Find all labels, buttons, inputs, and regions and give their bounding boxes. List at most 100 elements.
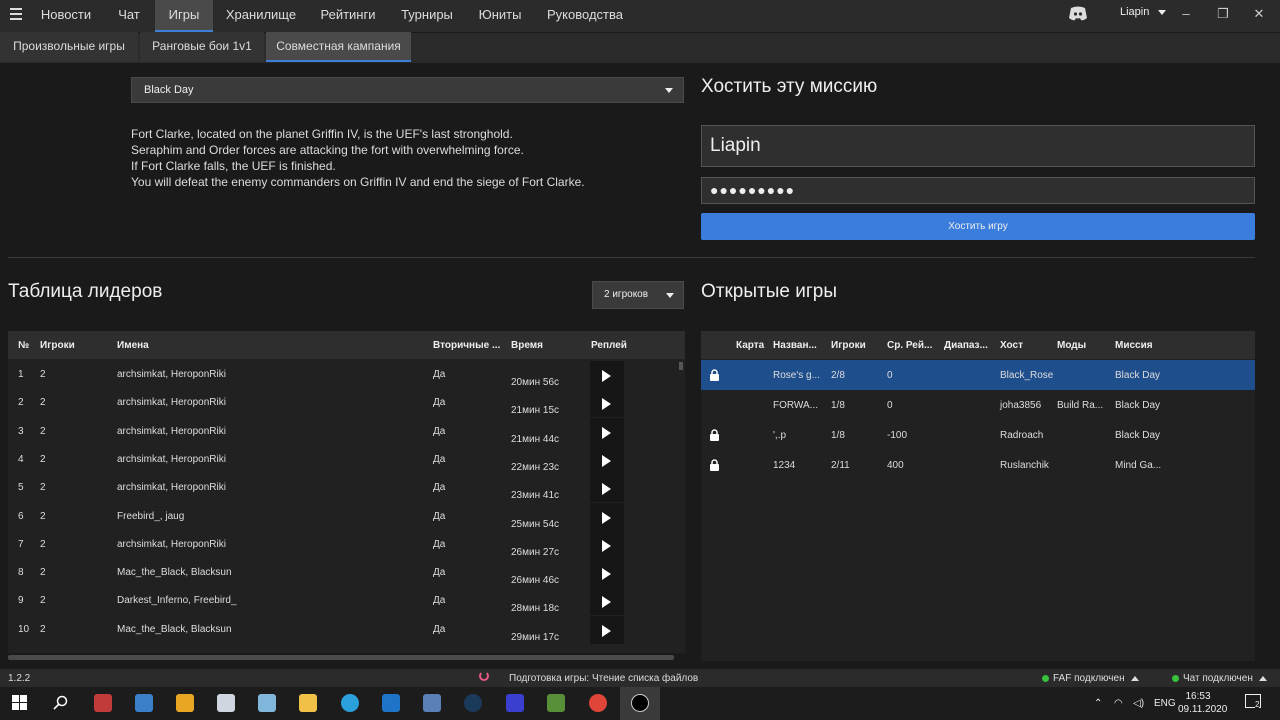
faf-taskbar-button[interactable] [620,687,660,720]
table-cell: 0 [887,400,893,411]
table-cell: 2 [18,397,24,409]
computer-app-icon[interactable] [217,694,235,712]
table-cell: Да [433,369,446,380]
nav-tab[interactable]: Руководства [540,0,630,32]
column-header[interactable]: Игроки [40,340,75,351]
open-games-title: Открытые игры [701,281,837,302]
mission-select-value: Black Day [144,84,194,96]
column-header[interactable]: Реплей [591,340,627,351]
mission-select[interactable]: Black Day [131,77,684,103]
table-cell: Black Day [1115,430,1161,441]
language-indicator[interactable]: ENG [1154,698,1176,709]
discord-icon[interactable] [1068,5,1088,23]
minecraft-app-icon[interactable] [547,694,565,712]
chat-connection-status[interactable]: Чат подключен [1172,673,1267,684]
sub-tab[interactable]: Совместная кампания [266,32,411,62]
user-menu[interactable]: Liapin [1120,6,1167,18]
menu-icon[interactable] [10,8,22,22]
leaderboard-header: № Игроки Имена Вторичные ... Время Реплей [8,331,685,359]
column-header[interactable]: Имена [117,340,149,351]
table-row[interactable]: 4 2 archsimkat, HeroponRiki Да 22мин 23с [8,445,685,474]
table-cell: 1/8 [831,430,845,441]
game-name-input[interactable]: Liapin [701,125,1255,167]
table-row[interactable]: ',.р 1/8 -100 Radroach Black Day [701,420,1255,450]
system-clock[interactable]: 16:53 09.11.2020 [1178,690,1227,716]
nav-tab[interactable]: Игры [155,0,213,32]
replay-button[interactable] [590,389,624,418]
close-icon[interactable]: ✕ [1248,4,1270,24]
replay-button[interactable] [590,417,624,446]
leaderboard-horizontal-scrollbar[interactable] [8,655,674,660]
replay-button[interactable] [590,361,624,389]
replay-button[interactable] [590,615,624,644]
wifi-icon[interactable]: ◠ [1114,698,1123,709]
nav-tab[interactable]: Новости [28,0,104,32]
table-row[interactable]: Rose's g... 2/8 0 Black_Rose Black Day [701,360,1255,390]
table-cell: 2 [40,425,46,437]
folder-app-icon[interactable] [299,694,317,712]
table-row[interactable]: 2 2 archsimkat, HeroponRiki Да 21мин 15с [8,389,685,418]
steam-app-icon[interactable] [464,694,482,712]
column-header[interactable]: Миссия [1115,340,1153,351]
column-header[interactable]: Хост [1000,340,1023,351]
restore-icon[interactable]: ❐ [1212,4,1234,24]
winrar-app-icon[interactable] [94,694,112,712]
nav-tab[interactable]: Хранилище [218,0,304,32]
sublime-app-icon[interactable] [176,694,194,712]
notes-app-icon[interactable] [258,694,276,712]
column-header[interactable]: № [18,340,29,351]
replay-button[interactable] [590,587,624,616]
minimize-icon[interactable]: – [1175,4,1197,24]
table-row[interactable]: 6 2 Freebird_, jaug Да 25мин 54с [8,502,685,531]
column-header[interactable]: Диапаз... [944,340,988,351]
telegram-app-icon[interactable] [341,694,359,712]
table-cell: Mac_the_Black, Blacksun [117,623,232,635]
search-icon[interactable] [53,695,68,710]
mail-app-icon[interactable] [382,694,400,712]
desktop-app-icon[interactable] [135,694,153,712]
description-line: If Fort Clarke falls, the UEF is finishe… [131,159,336,173]
replay-button[interactable] [590,445,624,474]
table-row[interactable]: 10 2 Mac_the_Black, Blacksun Да 29мин 17с [8,615,685,644]
column-header[interactable]: Ср. Рей... [887,340,932,351]
column-header[interactable]: Карта [736,340,764,351]
sub-tab[interactable]: Ранговые бои 1v1 [140,32,264,62]
table-row[interactable]: FORWA... 1/8 0 joha3856 Build Ra... Black Day [701,390,1255,420]
table-row[interactable]: 1 2 archsimkat, HeroponRiki Да 20мин 56с [8,361,685,389]
table-row[interactable]: 3 2 archsimkat, HeroponRiki Да 21мин 44с [8,417,685,446]
column-header[interactable]: Игроки [831,340,866,351]
nav-tab[interactable]: Турниры [393,0,461,32]
table-row[interactable]: 9 2 Darkest_Inferno, Freebird_ Да 28мин 18с [8,587,685,616]
faf-connection-status[interactable]: FAF подключен [1042,673,1139,684]
chevron-up-icon[interactable]: ⌃ [1094,698,1102,709]
monitor-app-icon[interactable] [506,694,524,712]
table-row[interactable]: 1234 2/11 400 Ruslanchik Mind Ga... [701,450,1255,480]
nav-tab[interactable]: Юниты [471,0,529,32]
host-game-button[interactable]: Хостить игру [701,213,1255,240]
table-row[interactable]: 8 2 Mac_the_Black, Blacksun Да 26мин 46с [8,559,685,588]
column-header[interactable]: Время [511,340,543,351]
table-row[interactable]: 5 2 archsimkat, HeroponRiki Да 23мин 41с [8,474,685,503]
table-cell: 2 [40,482,46,494]
replay-button[interactable] [590,502,624,531]
dev-app-icon[interactable] [423,694,441,712]
players-count-select[interactable]: 2 игроков [592,281,684,309]
column-header[interactable]: Вторичные ... [433,340,500,351]
replay-button[interactable] [590,530,624,559]
nav-tab[interactable]: Чат [107,0,151,32]
replay-button[interactable] [590,559,624,588]
table-cell: 2 [40,453,46,465]
column-header[interactable]: Моды [1057,340,1086,351]
leaderboard-vertical-scrollbar[interactable] [679,362,683,370]
column-header[interactable]: Назван... [773,340,817,351]
notifications-icon[interactable]: 2 [1245,694,1261,709]
password-input[interactable]: ●●●●●●●●● [701,177,1255,204]
table-row[interactable]: 7 2 archsimkat, HeroponRiki Да 26мин 27с [8,530,685,559]
sub-tab[interactable]: Произвольные игры [0,32,138,62]
nav-tab[interactable]: Рейтинги [312,0,384,32]
replay-button[interactable] [590,474,624,503]
windows-start-icon[interactable] [12,695,27,710]
chrome-app-icon[interactable] [589,694,607,712]
volume-icon[interactable]: ◁) [1133,698,1144,709]
table-cell: Да [433,397,446,409]
